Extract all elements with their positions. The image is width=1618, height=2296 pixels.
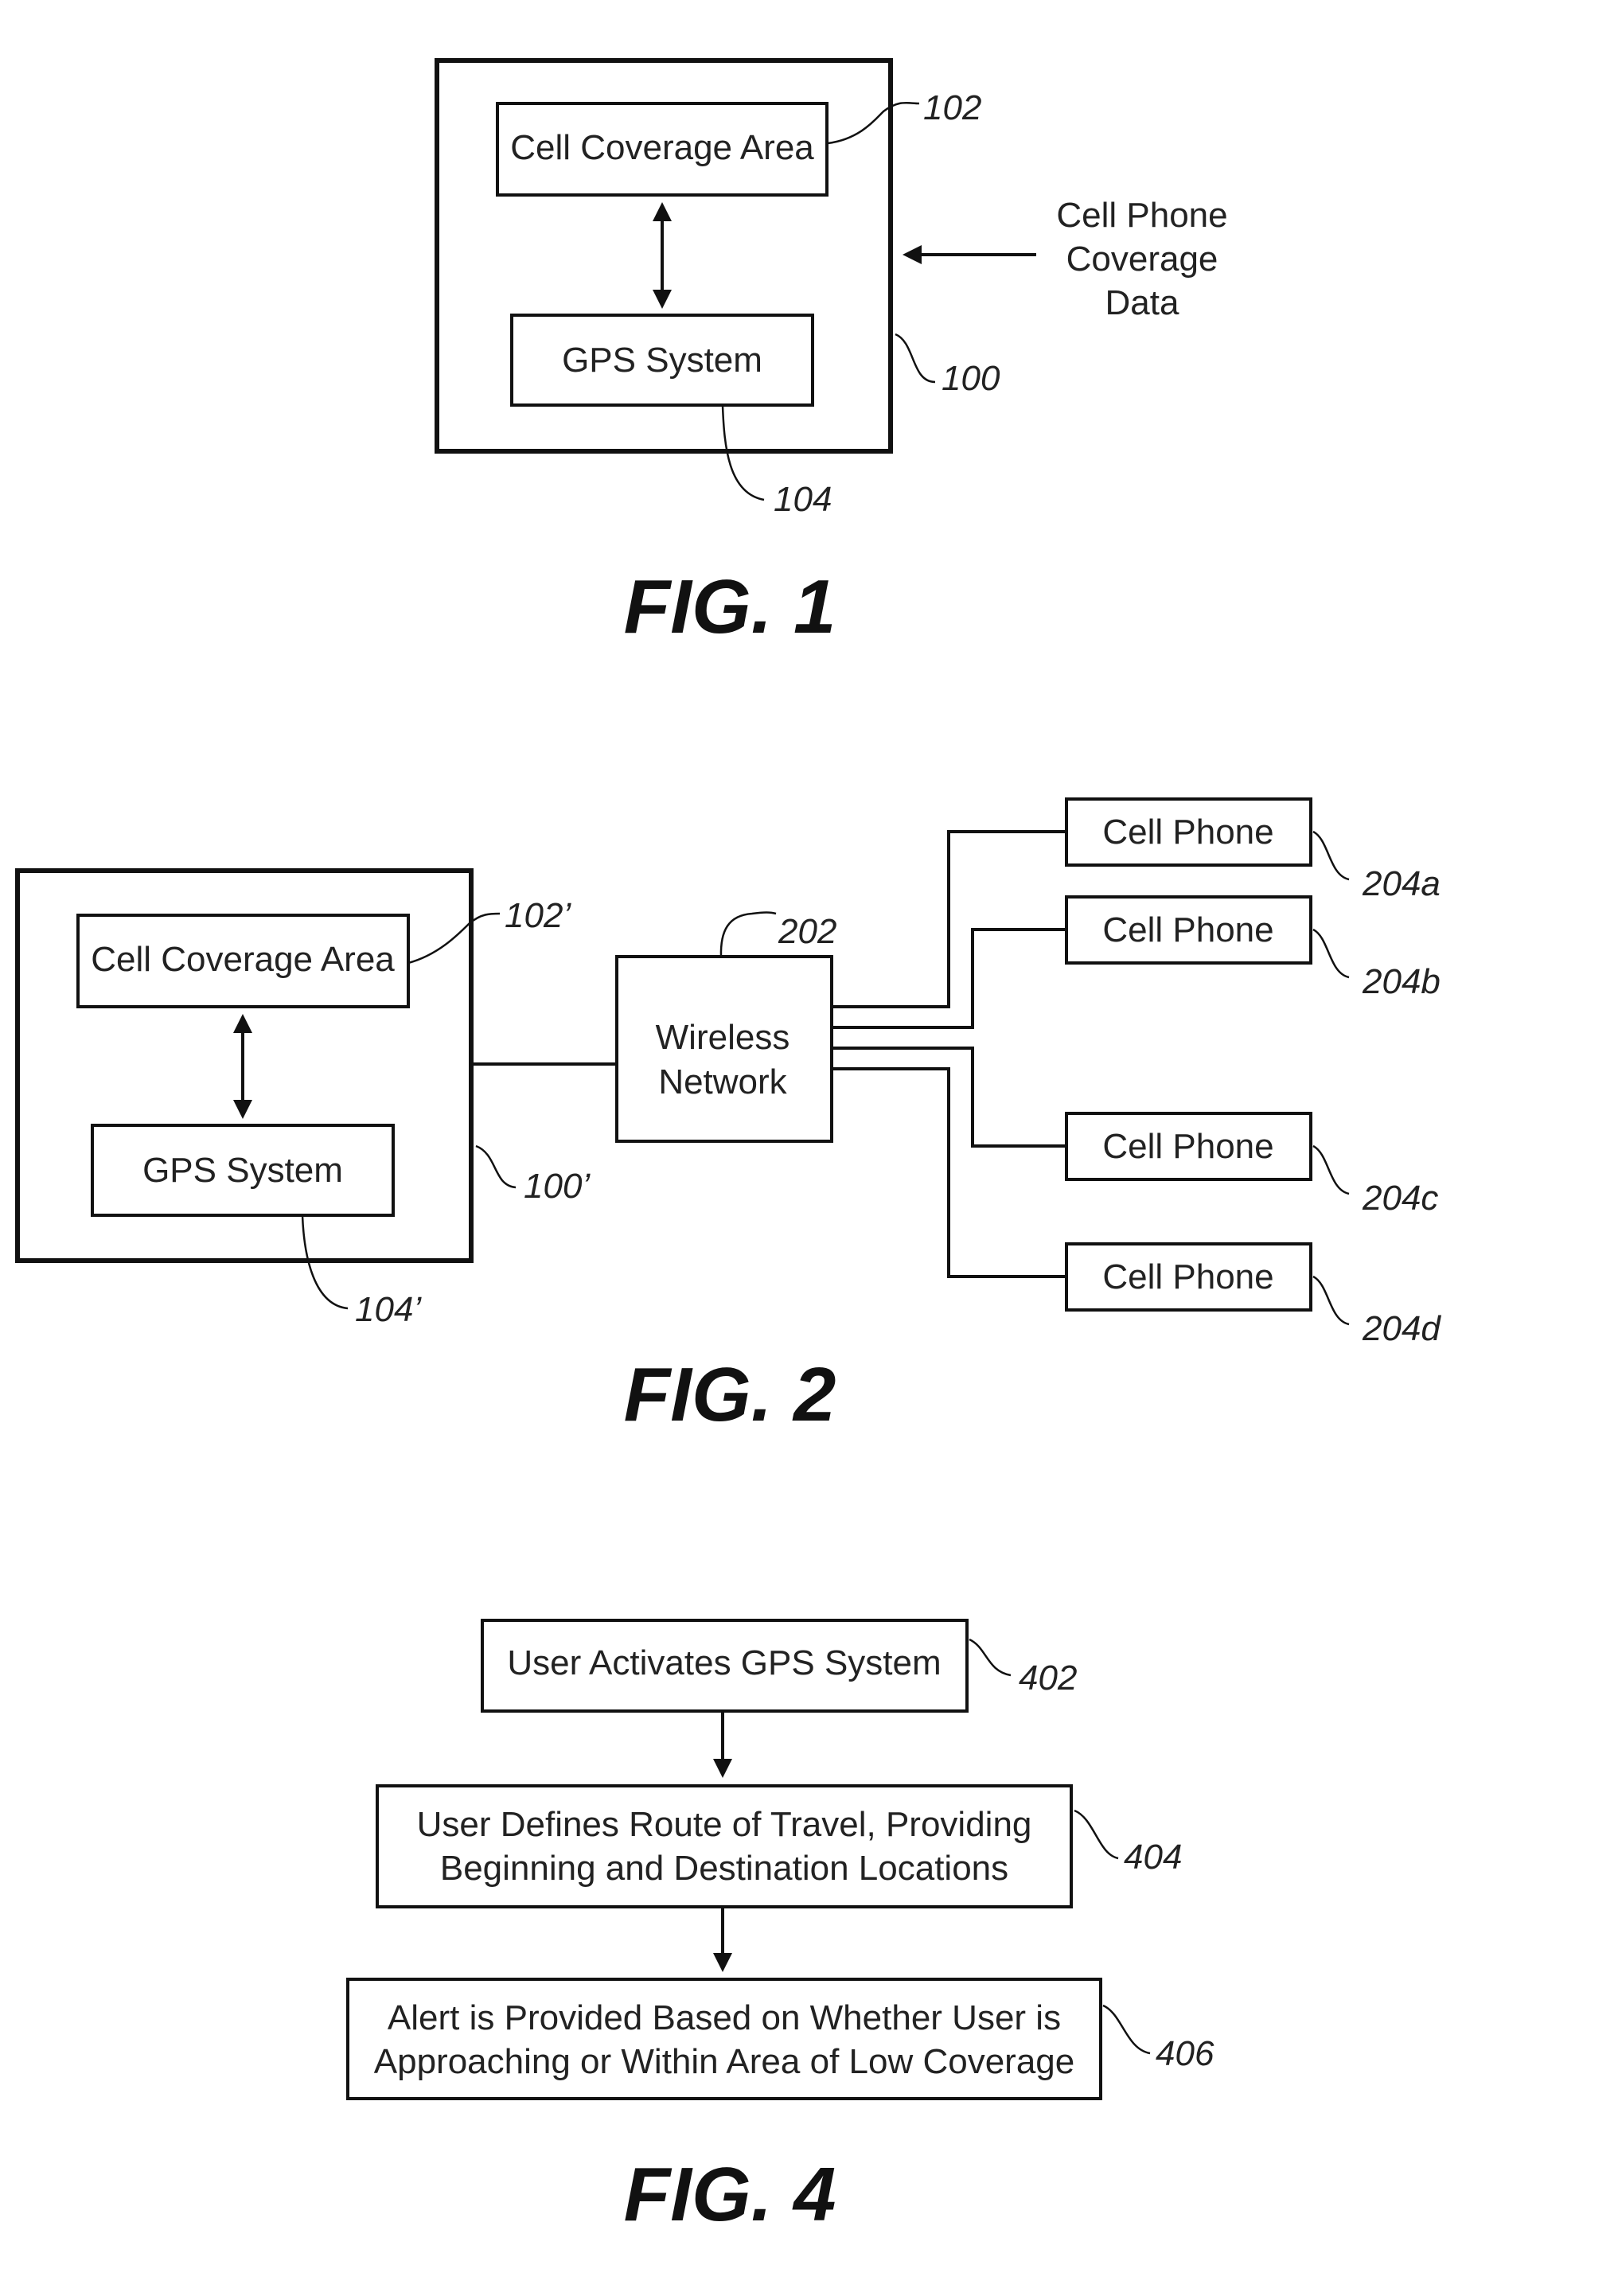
fig1-diagram: Cell Coverage Area GPS System Cell Phone… bbox=[435, 58, 1228, 649]
fig4-step-text-line1: Alert is Provided Based on Whether User … bbox=[388, 1998, 1061, 2037]
fig2-leader-204d bbox=[1312, 1275, 1350, 1326]
fig2-cell-coverage-area-label: Cell Coverage Area bbox=[91, 940, 395, 979]
fig2-ref-204b: 204b bbox=[1362, 962, 1441, 1001]
fig4-step-text-line2: Approaching or Within Area of Low Covera… bbox=[374, 2042, 1075, 2081]
fig4-step-box bbox=[376, 1784, 1073, 1908]
fig1-cell-coverage-area-label: Cell Coverage Area bbox=[510, 128, 814, 167]
fig2-link-phone-a bbox=[832, 830, 1066, 1008]
fig2-wireless-network-label-line1: Wireless bbox=[656, 1018, 790, 1057]
fig2-ref-100prime: 100’ bbox=[524, 1167, 591, 1206]
fig4-step-text-line1: User Defines Route of Travel, Providing bbox=[417, 1805, 1032, 1844]
fig2-leader-100prime bbox=[475, 1144, 517, 1189]
fig4-leader-406 bbox=[1102, 2004, 1151, 2055]
fig2-ref-104prime: 104’ bbox=[355, 1290, 422, 1329]
fig2-cell-phone-label: Cell Phone bbox=[1102, 1257, 1273, 1296]
fig2-title: FIG. 2 bbox=[624, 1352, 836, 1437]
fig2-leader-204c bbox=[1312, 1144, 1350, 1195]
fig2-ref-204c: 204c bbox=[1362, 1179, 1438, 1218]
fig1-leader-100 bbox=[895, 333, 936, 384]
fig4-ref-406: 406 bbox=[1156, 2034, 1214, 2073]
fig4-step-text-line1: User Activates GPS System bbox=[507, 1643, 941, 1682]
fig2-leader-204b bbox=[1312, 928, 1350, 979]
fig2-wireless-network-label-line2: Network bbox=[658, 1062, 787, 1101]
fig2-ref-102prime: 102’ bbox=[505, 896, 571, 935]
fig4-step-402: User Activates GPS System 402 bbox=[481, 1619, 1077, 1713]
fig2-cell-phone-label: Cell Phone bbox=[1102, 813, 1273, 852]
fig2-cell-phone-b: Cell Phone 204b bbox=[1065, 895, 1441, 1001]
fig1-input-label-line2: Coverage bbox=[1066, 240, 1218, 279]
fig2-ref-204a: 204a bbox=[1362, 864, 1441, 903]
fig2-ref-204d: 204d bbox=[1362, 1309, 1441, 1348]
fig4-leader-402 bbox=[969, 1638, 1012, 1677]
fig4-ref-402: 402 bbox=[1019, 1659, 1077, 1698]
fig1-input-label-line3: Data bbox=[1105, 283, 1179, 322]
fig1-ref-100: 100 bbox=[942, 359, 1000, 398]
fig4-leader-404 bbox=[1074, 1809, 1119, 1860]
patent-drawing-sheet: Cell Coverage Area GPS System Cell Phone… bbox=[15, 58, 1441, 2237]
fig2-leader-204a bbox=[1312, 830, 1350, 881]
fig4-step-text-line2: Beginning and Destination Locations bbox=[440, 1849, 1008, 1888]
fig2-gps-system-label: GPS System bbox=[142, 1151, 343, 1190]
fig2-cell-phone-label: Cell Phone bbox=[1102, 1127, 1273, 1166]
fig4-flowchart: User Activates GPS System 402 User Defin… bbox=[346, 1619, 1214, 2237]
fig4-step-406: Alert is Provided Based on Whether User … bbox=[346, 1978, 1214, 2100]
fig4-step-404: User Defines Route of Travel, Providing … bbox=[376, 1784, 1182, 1908]
fig2-cell-phone-c: Cell Phone 204c bbox=[1065, 1112, 1438, 1218]
fig1-gps-system-label: GPS System bbox=[562, 341, 762, 380]
fig1-title: FIG. 1 bbox=[624, 564, 836, 649]
fig1-input-label-line1: Cell Phone bbox=[1056, 196, 1227, 235]
fig2-leader-202 bbox=[719, 911, 777, 957]
fig2-cell-phone-d: Cell Phone 204d bbox=[1065, 1242, 1441, 1348]
fig2-link-phone-d bbox=[832, 1067, 1066, 1278]
fig2-cell-phone-label: Cell Phone bbox=[1102, 910, 1273, 949]
fig1-ref-102: 102 bbox=[923, 88, 981, 127]
fig4-title: FIG. 4 bbox=[624, 2152, 836, 2237]
fig2-ref-202: 202 bbox=[778, 912, 836, 951]
fig4-ref-404: 404 bbox=[1124, 1838, 1182, 1877]
fig2-cell-phone-a: Cell Phone 204a bbox=[1065, 797, 1441, 903]
fig2-diagram: Cell Coverage Area GPS System Wireless N… bbox=[15, 797, 1441, 1437]
fig1-ref-104: 104 bbox=[774, 480, 832, 519]
